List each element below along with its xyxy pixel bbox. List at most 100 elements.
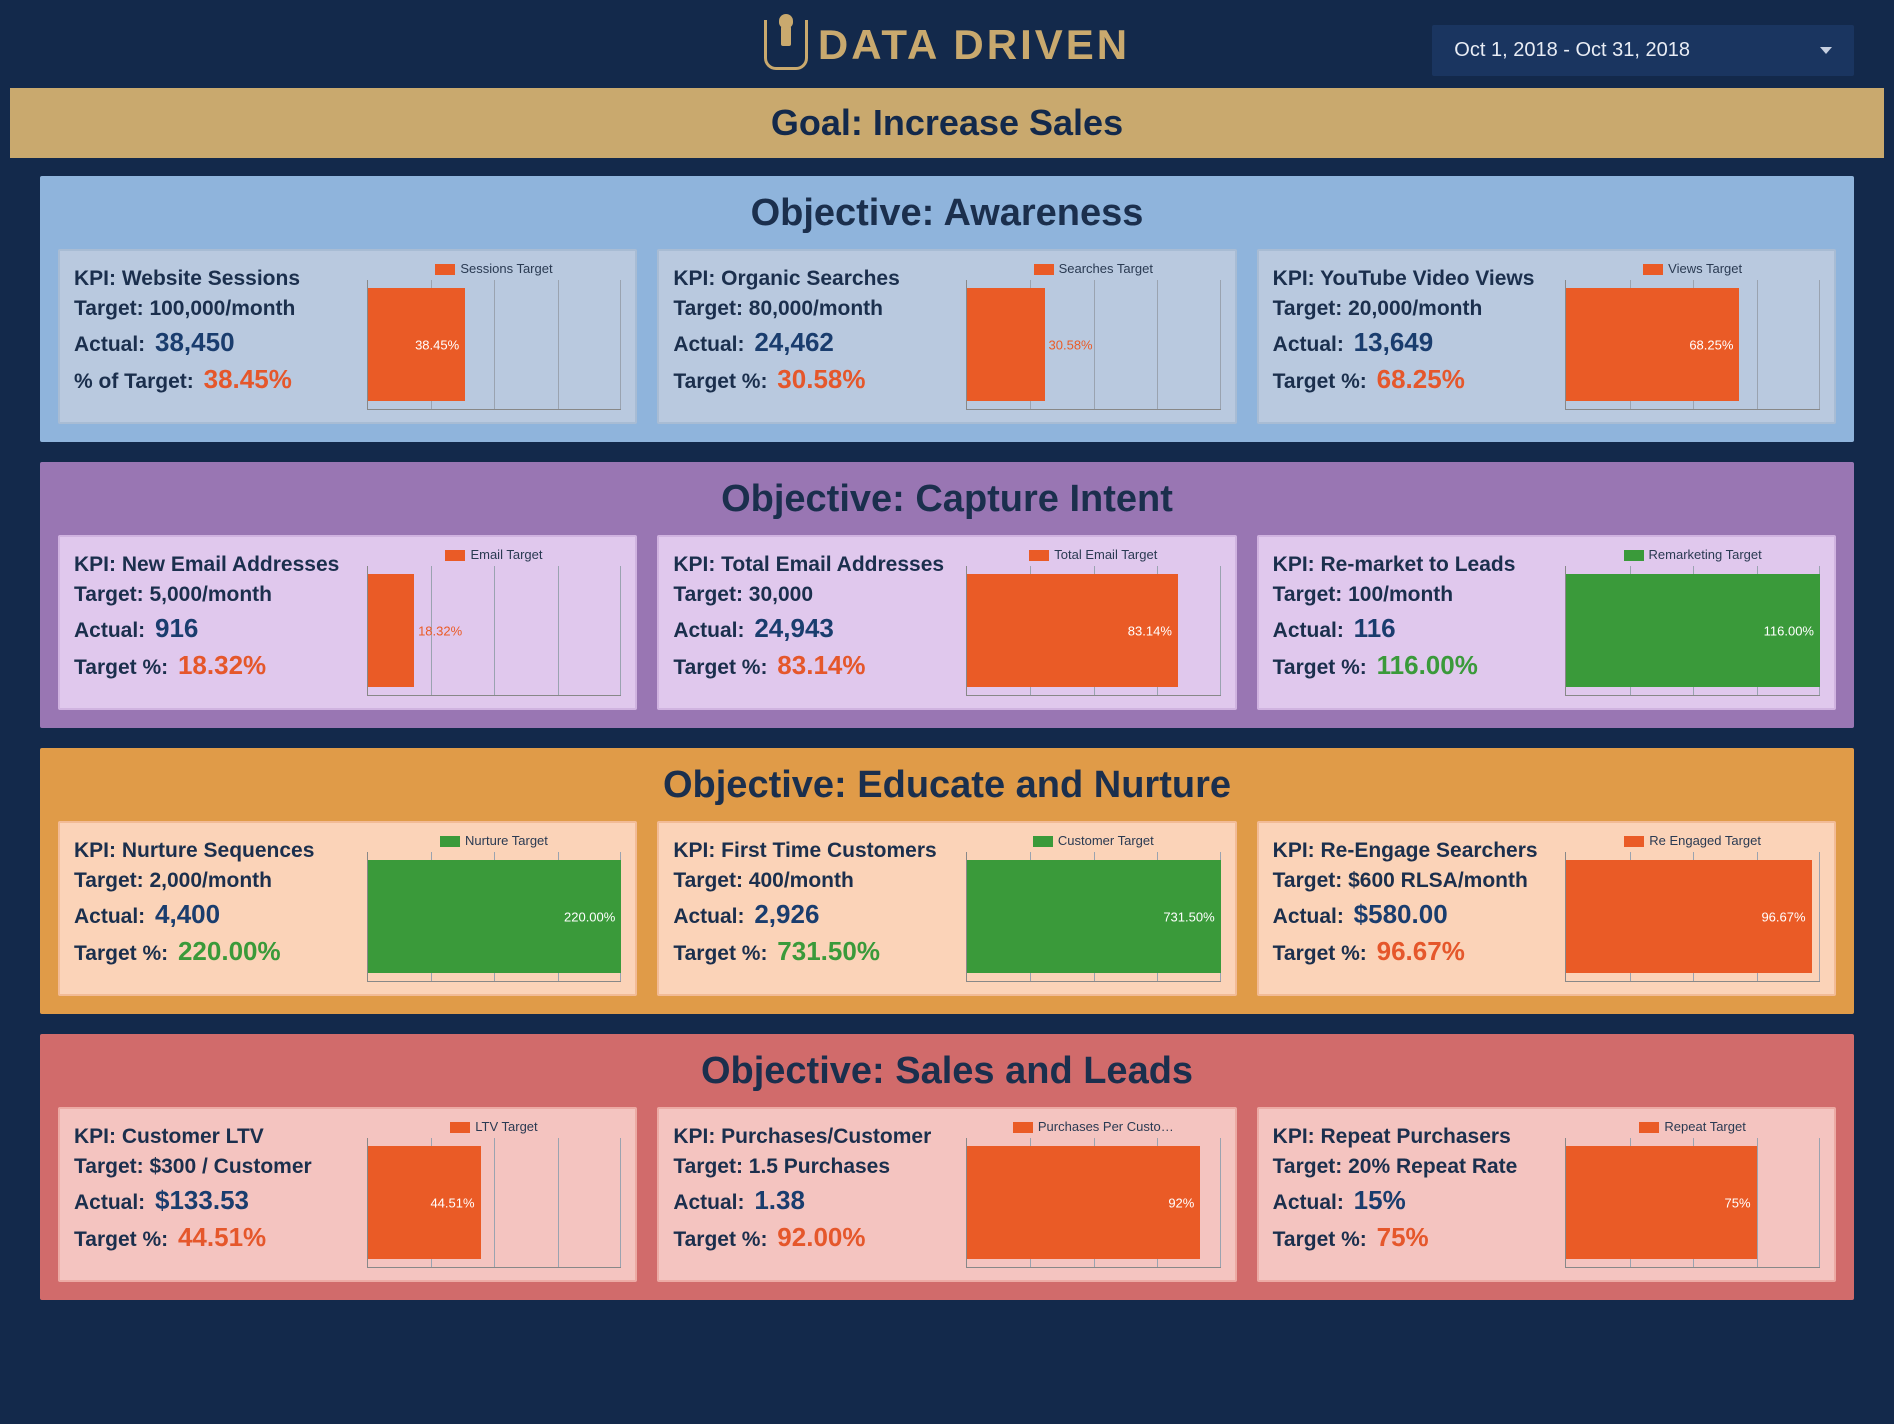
chart-bar: 220.00%: [368, 860, 622, 973]
kpi-name: KPI: Repeat Purchasers: [1273, 1125, 1558, 1149]
objective-awareness: Objective: Awareness KPI: Website Session…: [40, 176, 1854, 442]
kpi-name: KPI: Total Email Addresses: [673, 553, 958, 577]
kpi-pct: Target %: 220.00%: [74, 936, 359, 967]
kpi-pct: Target %: 92.00%: [673, 1222, 958, 1253]
objective-title: Objective: Sales and Leads: [58, 1050, 1836, 1093]
chart-bar: 83.14%: [967, 574, 1178, 687]
kpi-pct: Target %: 83.14%: [673, 650, 958, 681]
kpi-mini-chart: Views Target 68.25%: [1565, 261, 1820, 410]
kpi-mini-chart: Repeat Target75%: [1565, 1119, 1820, 1268]
kpi-card: KPI: Total Email Addresses Target: 30,000…: [657, 535, 1236, 710]
kpi-pct: Target %: 30.58%: [673, 364, 958, 395]
chart-bar-label: 731.50%: [1163, 909, 1214, 924]
kpi-name: KPI: Purchases/Customer: [673, 1125, 958, 1149]
chart-canvas: 92%: [966, 1138, 1221, 1268]
kpi-mini-chart: Total Email Target83.14%: [966, 547, 1221, 696]
torch-shield-icon: [764, 20, 808, 70]
chart-legend: Re Engaged Target: [1565, 833, 1820, 848]
kpi-pct: Target %: 731.50%: [673, 936, 958, 967]
chart-bar-label: 116.00%: [1764, 623, 1814, 638]
chart-bar: [967, 288, 1045, 401]
kpi-actual: Actual: 24,462: [673, 327, 958, 358]
objective-educate: Objective: Educate and Nurture KPI: Nurtu…: [40, 748, 1854, 1014]
chart-canvas: 731.50%: [966, 852, 1221, 982]
kpi-card: KPI: Repeat Purchasers Target: 20% Repeat…: [1257, 1107, 1836, 1282]
kpi-pct: % of Target: 38.45%: [74, 364, 359, 395]
chart-legend: LTV Target: [367, 1119, 622, 1134]
kpi-name: KPI: Customer LTV: [74, 1125, 359, 1149]
objective-sales: Objective: Sales and Leads KPI: Customer …: [40, 1034, 1854, 1300]
kpi-text: KPI: Purchases/Customer Target: 1.5 Purch…: [673, 1119, 958, 1268]
kpi-pct: Target %: 44.51%: [74, 1222, 359, 1253]
chart-legend: Remarketing Target: [1565, 547, 1820, 562]
chart-canvas: 75%: [1565, 1138, 1820, 1268]
chart-legend: Views Target: [1565, 261, 1820, 276]
objective-title: Objective: Capture Intent: [58, 478, 1836, 521]
kpi-actual: Actual: 916: [74, 613, 359, 644]
kpi-name: KPI: YouTube Video Views: [1273, 267, 1558, 291]
kpi-actual: Actual: 116: [1273, 613, 1558, 644]
kpi-row: KPI: Nurture Sequences Target: 2,000/mont…: [58, 821, 1836, 996]
kpi-card: KPI: Re-market to LeadsTarget: 100/month…: [1257, 535, 1836, 710]
kpi-actual: Actual: 1.38: [673, 1185, 958, 1216]
chart-bar: 116.00%: [1566, 574, 1820, 687]
kpi-card: KPI: Purchases/Customer Target: 1.5 Purch…: [657, 1107, 1236, 1282]
kpi-text: KPI: Re-market to LeadsTarget: 100/month…: [1273, 547, 1558, 696]
chart-canvas: 44.51%: [367, 1138, 622, 1268]
kpi-pct: Target %: 116.00%: [1273, 650, 1558, 681]
chart-canvas: 30.58%: [966, 280, 1221, 410]
kpi-mini-chart: Remarketing Target 116.00%: [1565, 547, 1820, 696]
chart-canvas: 116.00%: [1565, 566, 1820, 696]
chart-canvas: 68.25%: [1565, 280, 1820, 410]
kpi-mini-chart: LTV Target 44.51%: [367, 1119, 622, 1268]
kpi-card: KPI: First Time CustomersTarget: 400/mon…: [657, 821, 1236, 996]
chevron-down-icon: [1820, 47, 1832, 54]
kpi-row: KPI: Website SessionsTarget: 100,000/mon…: [58, 249, 1836, 424]
chart-bar-label: 83.14%: [1128, 623, 1172, 638]
kpi-name: KPI: Nurture Sequences: [74, 839, 359, 863]
kpi-text: KPI: YouTube Video ViewsTarget: 20,000/m…: [1273, 261, 1558, 410]
kpi-target: Target: 1.5 Purchases: [673, 1155, 958, 1179]
kpi-actual: Actual: 2,926: [673, 899, 958, 930]
kpi-target: Target: 20% Repeat Rate: [1273, 1155, 1558, 1179]
kpi-target: Target: 100/month: [1273, 583, 1558, 607]
kpi-actual: Actual: $580.00: [1273, 899, 1558, 930]
kpi-actual: Actual: 13,649: [1273, 327, 1558, 358]
kpi-pct: Target %: 96.67%: [1273, 936, 1558, 967]
chart-bar-label: 68.25%: [1689, 337, 1733, 352]
goal-banner: Goal: Increase Sales: [10, 88, 1884, 158]
kpi-name: KPI: New Email Addresses: [74, 553, 359, 577]
chart-bar: 96.67%: [1566, 860, 1811, 973]
objective-title: Objective: Awareness: [58, 192, 1836, 235]
kpi-target: Target: 100,000/month: [74, 297, 359, 321]
kpi-pct: Target %: 75%: [1273, 1222, 1558, 1253]
kpi-actual: Actual: 4,400: [74, 899, 359, 930]
kpi-row: KPI: Customer LTVTarget: $300 / Customer…: [58, 1107, 1836, 1282]
kpi-text: KPI: Organic SearchesTarget: 80,000/mont…: [673, 261, 958, 410]
objective-title: Objective: Educate and Nurture: [58, 764, 1836, 807]
chart-bar: 92%: [967, 1146, 1200, 1259]
chart-legend: Sessions Target: [367, 261, 622, 276]
chart-bar: 68.25%: [1566, 288, 1739, 401]
chart-bar-label: 75%: [1725, 1195, 1751, 1210]
kpi-card: KPI: Customer LTVTarget: $300 / Customer…: [58, 1107, 637, 1282]
chart-canvas: 18.32%: [367, 566, 622, 696]
kpi-row: KPI: New Email AddressesTarget: 5,000/mo…: [58, 535, 1836, 710]
chart-bar-label: 96.67%: [1761, 909, 1805, 924]
kpi-actual: Actual: 15%: [1273, 1185, 1558, 1216]
chart-bar: 44.51%: [368, 1146, 481, 1259]
kpi-mini-chart: Nurture Target220.00%: [367, 833, 622, 982]
kpi-text: KPI: Total Email Addresses Target: 30,000…: [673, 547, 958, 696]
kpi-pct: Target %: 68.25%: [1273, 364, 1558, 395]
kpi-card: KPI: YouTube Video ViewsTarget: 20,000/m…: [1257, 249, 1836, 424]
kpi-text: KPI: First Time CustomersTarget: 400/mon…: [673, 833, 958, 982]
chart-bar-label: 30.58%: [1049, 337, 1093, 352]
kpi-target: Target: $600 RLSA/month: [1273, 869, 1558, 893]
kpi-mini-chart: Email Target18.32%: [367, 547, 622, 696]
date-range-picker[interactable]: Oct 1, 2018 - Oct 31, 2018: [1432, 25, 1854, 76]
chart-canvas: 96.67%: [1565, 852, 1820, 982]
chart-bar-label: 44.51%: [430, 1195, 474, 1210]
kpi-text: KPI: Nurture Sequences Target: 2,000/mont…: [74, 833, 359, 982]
kpi-target: Target: 30,000: [673, 583, 958, 607]
kpi-target: Target: 2,000/month: [74, 869, 359, 893]
